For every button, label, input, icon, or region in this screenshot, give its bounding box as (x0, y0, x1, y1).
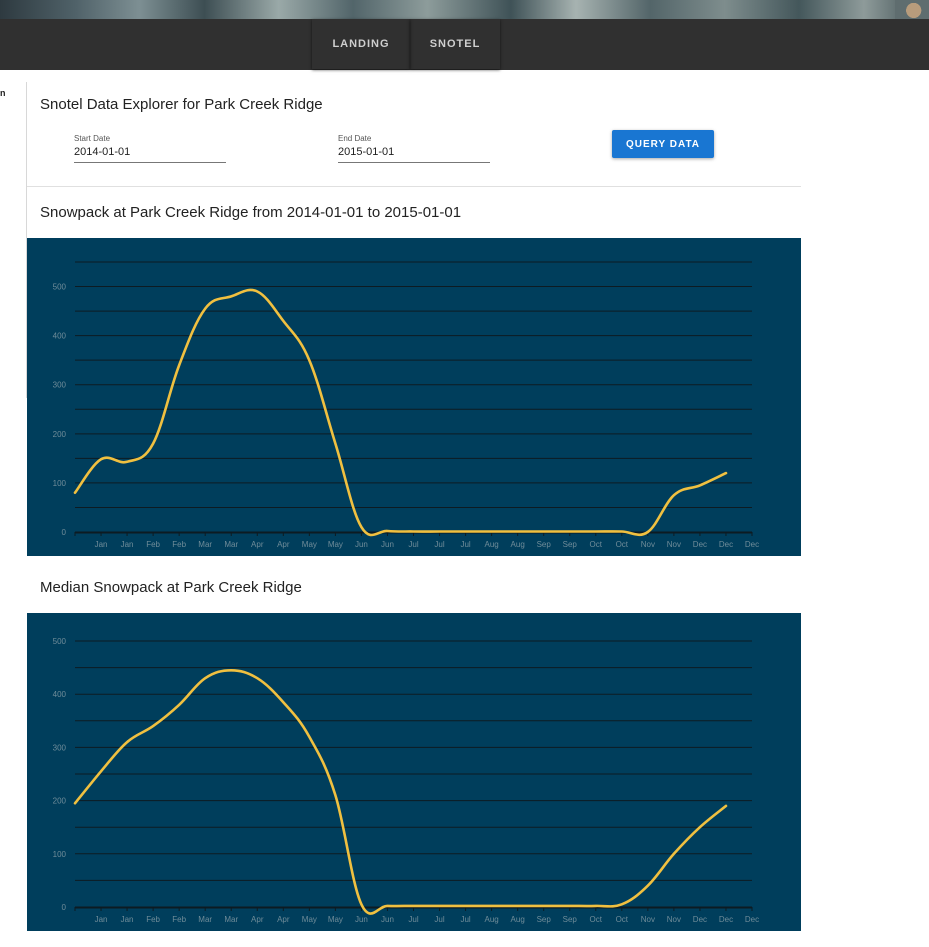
x-tick-label: Sep (563, 915, 578, 924)
x-tick-label: Oct (616, 915, 629, 924)
x-tick-label: Jul (434, 540, 444, 549)
x-tick-label: Jun (355, 915, 368, 924)
x-tick-label: May (302, 540, 317, 549)
start-date-field[interactable]: Start Date 2014-01-01 (74, 134, 226, 163)
x-tick-label: Dec (719, 540, 733, 549)
y-tick-label: 400 (53, 332, 67, 341)
x-tick-label: Dec (693, 540, 707, 549)
series-line (73, 288, 728, 537)
x-tick-label: Jul (408, 540, 418, 549)
x-tick-label: Nov (641, 540, 655, 549)
x-tick-label: Dec (745, 540, 759, 549)
x-tick-label: Feb (172, 540, 186, 549)
x-tick-label: Feb (146, 915, 160, 924)
x-tick-label: Oct (590, 915, 603, 924)
explorer-card: Snotel Data Explorer for Park Creek Ridg… (27, 82, 801, 187)
x-tick-label: May (302, 915, 317, 924)
explorer-title: Snotel Data Explorer for Park Creek Ridg… (40, 96, 323, 113)
x-tick-label: Nov (641, 915, 655, 924)
x-tick-label: Jan (95, 540, 108, 549)
x-tick-label: Jul (460, 915, 470, 924)
y-tick-label: 500 (53, 637, 67, 646)
x-tick-label: Jun (355, 540, 368, 549)
series-line (73, 669, 728, 915)
x-tick-label: Jun (381, 915, 394, 924)
query-data-button[interactable]: QUERY DATA (612, 130, 714, 158)
snowpack-chart: 0 100 200 300 400 500 Jan Jan Feb Feb Mar Mar Apr Apr… (27, 238, 801, 556)
end-date-input[interactable]: 2015-01-01 (338, 146, 490, 163)
median-snowpack-chart: 0 100 200 300 400 500 Jan Jan Feb Feb Mar Mar Apr Apr… (27, 613, 801, 931)
x-tick-label: Apr (251, 915, 264, 924)
y-tick-label: 200 (53, 797, 67, 806)
end-date-field[interactable]: End Date 2015-01-01 (338, 134, 490, 163)
x-tick-label: Jan (121, 540, 134, 549)
start-date-label: Start Date (74, 134, 111, 143)
left-panel-stub-text: n (0, 88, 6, 98)
x-tick-label: Apr (251, 540, 264, 549)
x-tick-label: Mar (198, 915, 212, 924)
x-tick-label: Aug (484, 540, 498, 549)
x-tick-label: Feb (146, 540, 160, 549)
chart-svg: 0 100 200 300 400 500 Jan Jan Feb Feb Mar Mar Apr Apr… (53, 261, 759, 549)
x-tick-label: Nov (667, 915, 681, 924)
median-chart-title: Median Snowpack at Park Creek Ridge (40, 579, 302, 596)
y-tick-label: 500 (53, 283, 67, 292)
y-tick-label: 0 (62, 528, 67, 537)
y-tick-label: 200 (53, 430, 67, 439)
start-date-input[interactable]: 2014-01-01 (74, 146, 226, 163)
nav-tab-landing[interactable]: LANDING (312, 19, 410, 69)
end-date-label: End Date (338, 134, 372, 143)
x-tick-label: Jul (460, 540, 470, 549)
y-tick-label: 100 (53, 850, 67, 859)
x-tick-label: Mar (198, 540, 212, 549)
x-tick-label: Feb (172, 915, 186, 924)
x-tick-label: Jan (95, 915, 108, 924)
y-tick-label: 300 (53, 381, 67, 390)
x-tick-label: Jul (434, 915, 444, 924)
x-tick-label: Nov (667, 540, 681, 549)
x-tick-label: Oct (590, 540, 603, 549)
x-tick-label: Jul (408, 915, 418, 924)
hero-image-strip (0, 0, 929, 19)
x-tick-label: Apr (277, 540, 290, 549)
x-tick-label: Sep (537, 540, 552, 549)
x-tick-label: Aug (511, 540, 525, 549)
x-tick-label: Jan (121, 915, 134, 924)
snowpack-chart-title: Snowpack at Park Creek Ridge from 2014-0… (40, 204, 462, 221)
x-tick-label: Aug (511, 915, 525, 924)
x-tick-label: May (328, 540, 343, 549)
y-tick-label: 300 (53, 743, 67, 752)
hero-image-detail (895, 0, 929, 19)
x-tick-label: Dec (693, 915, 707, 924)
x-tick-label: Sep (537, 915, 552, 924)
x-tick-label: May (328, 915, 343, 924)
x-tick-label: Mar (224, 915, 238, 924)
y-tick-label: 0 (62, 903, 67, 912)
nav-tab-snotel[interactable]: SNOTEL (410, 19, 500, 69)
x-tick-label: Oct (616, 540, 629, 549)
x-tick-label: Mar (224, 540, 238, 549)
x-tick-label: Dec (745, 915, 759, 924)
top-navbar: LANDING SNOTEL (0, 19, 929, 70)
y-tick-label: 400 (53, 690, 67, 699)
chart-svg: 0 100 200 300 400 500 Jan Jan Feb Feb Mar Mar Apr Apr… (53, 637, 759, 924)
x-tick-label: Dec (719, 915, 733, 924)
y-tick-label: 100 (53, 479, 67, 488)
x-tick-label: Jun (381, 540, 394, 549)
x-tick-label: Apr (277, 915, 290, 924)
x-tick-label: Sep (563, 540, 578, 549)
x-tick-label: Aug (484, 915, 498, 924)
